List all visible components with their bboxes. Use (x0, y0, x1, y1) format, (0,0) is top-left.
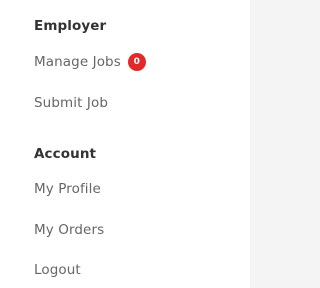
sidebar: Employer Manage Jobs 0 Submit Job Accoun… (0, 0, 250, 288)
section-title-account: Account (34, 146, 97, 162)
sidebar-item-label: Manage Jobs (34, 54, 121, 70)
sidebar-item-label: My Profile (34, 181, 101, 197)
sidebar-item-logout[interactable]: Logout (34, 262, 81, 278)
sidebar-item-label: Submit Job (34, 95, 108, 111)
section-title-employer: Employer (34, 18, 107, 34)
main-content (250, 0, 288, 288)
sidebar-item-manage-jobs[interactable]: Manage Jobs 0 (34, 53, 146, 71)
sidebar-item-my-orders[interactable]: My Orders (34, 222, 104, 238)
sidebar-item-my-profile[interactable]: My Profile (34, 181, 101, 197)
sidebar-item-label: My Orders (34, 222, 105, 238)
notification-badge: 0 (127, 53, 146, 71)
sidebar-item-submit-job[interactable]: Submit Job (34, 95, 108, 111)
sidebar-item-label: Logout (34, 262, 81, 278)
